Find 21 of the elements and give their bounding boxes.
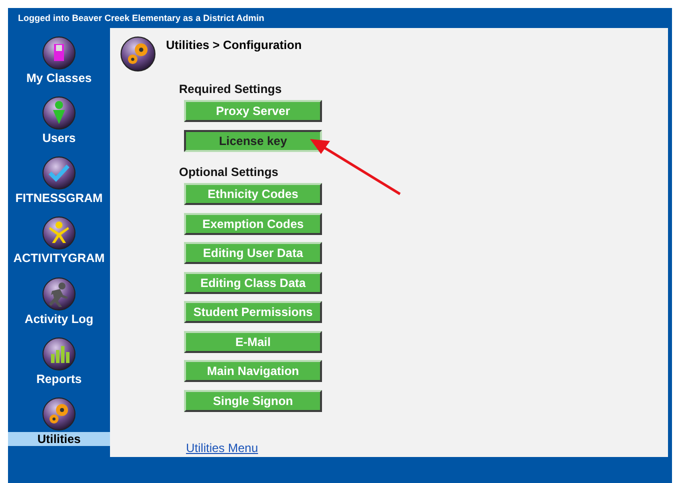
login-status: Logged into Beaver Creek Elementary as a District Admin — [17, 12, 266, 25]
door-icon — [42, 36, 76, 70]
nav-item[interactable]: ACTIVITYGRAM — [8, 251, 110, 266]
person-icon — [42, 96, 76, 130]
running-figure-icon — [42, 276, 76, 311]
gears-icon — [42, 396, 76, 431]
gears-icon — [120, 36, 156, 72]
settings-button[interactable]: License key — [184, 130, 322, 152]
section-title: Required Settings — [179, 82, 283, 96]
bar-chart-icon — [42, 336, 76, 371]
nav-item[interactable]: Reports — [8, 372, 110, 386]
nav-item[interactable]: Utilities — [8, 432, 110, 446]
checkmark-icon — [42, 156, 76, 190]
section-title: Optional Settings — [179, 165, 280, 179]
nav-item[interactable]: Users — [8, 131, 110, 146]
nav-item[interactable]: My Classes — [8, 71, 110, 85]
utilities-menu-link[interactable]: Utilities Menu — [186, 441, 668, 455]
nav-item[interactable]: FITNESSGRAM — [8, 191, 110, 206]
nav-item[interactable]: Activity Log — [8, 312, 110, 326]
jumping-figure-icon — [42, 216, 76, 250]
breadcrumb: Utilities > Configuration — [166, 38, 302, 52]
